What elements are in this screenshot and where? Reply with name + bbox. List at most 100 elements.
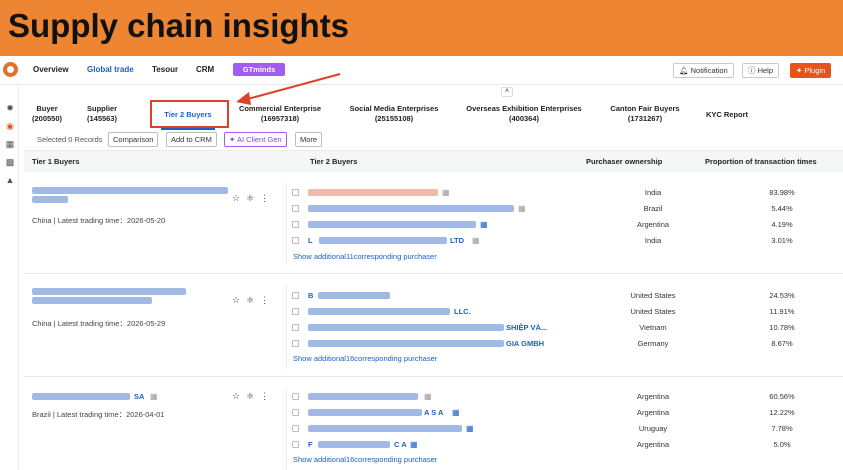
add-to-crm-button[interactable]: Add to CRM bbox=[166, 132, 217, 147]
show-more-link[interactable]: Show additional11corresponding purchaser bbox=[293, 252, 437, 261]
star-icon[interactable]: ☆ bbox=[232, 193, 246, 203]
comparison-button[interactable]: Comparison bbox=[108, 132, 159, 147]
active-tab-underline bbox=[161, 128, 215, 130]
globe-icon[interactable]: ◉ bbox=[5, 121, 15, 131]
help-button[interactable]: ⓘ Help bbox=[742, 63, 780, 78]
nav-crm[interactable]: CRM bbox=[196, 65, 214, 74]
bar-chart-icon[interactable]: ▩ bbox=[5, 157, 15, 167]
buyer-proportion: 3.01% bbox=[771, 236, 793, 245]
tab-buyer[interactable]: Buyer (200550) bbox=[31, 104, 63, 124]
nav-global-trade[interactable]: Global trade bbox=[87, 65, 134, 74]
tier1-buyer-meta: China | Latest trading time：2026-05-20 bbox=[32, 216, 166, 225]
tier2-buyer-name-suffix[interactable]: SHIỆP VÀ... bbox=[506, 323, 547, 332]
tab-commercial-enterprise[interactable]: Commercial Enterprise (16957318) bbox=[234, 104, 326, 124]
buyer-proportion: 11.91% bbox=[769, 307, 795, 316]
tier2-buyer-name-prefix[interactable]: B bbox=[308, 291, 313, 300]
tier2-buyer-name[interactable] bbox=[308, 189, 438, 196]
tier2-buyer-name-prefix[interactable]: F bbox=[308, 440, 313, 449]
buyer-country: India bbox=[644, 236, 662, 245]
plugin-button[interactable]: ✦ Plugin bbox=[790, 63, 832, 78]
tier1-buyer-name[interactable] bbox=[32, 393, 130, 400]
bank-icon[interactable]: ▲ bbox=[5, 175, 15, 185]
tier2-buyer-name-suffix[interactable]: A S A bbox=[424, 408, 443, 417]
tab-buyer-count: (200550) bbox=[31, 114, 63, 123]
drag-handle-icon[interactable]: ⋮ bbox=[260, 295, 275, 305]
row-checkbox[interactable] bbox=[292, 340, 299, 347]
banner-title: Supply chain insights bbox=[8, 7, 350, 44]
tier1-buyer-name[interactable] bbox=[32, 288, 186, 295]
ai-client-gen-button[interactable]: ✦ AI Client Gen bbox=[224, 132, 287, 147]
tier2-buyer-name-suffix[interactable]: LLC. bbox=[454, 307, 471, 316]
tier2-buyer-name[interactable] bbox=[308, 221, 476, 228]
tab-overseas-exhibition[interactable]: Overseas Exhibition Enterprises (400364) bbox=[460, 104, 588, 124]
app-logo-icon[interactable] bbox=[3, 62, 18, 77]
tier2-buyer-name[interactable] bbox=[318, 441, 390, 448]
row-checkbox[interactable] bbox=[292, 393, 299, 400]
buyer-group: SA ▦ Brazil | Latest trading time：2026-0… bbox=[24, 378, 843, 470]
org-chart-icon[interactable]: ⚛ bbox=[246, 193, 260, 203]
tier2-buyer-name[interactable] bbox=[308, 425, 462, 432]
drag-handle-icon[interactable]: ⋮ bbox=[260, 391, 275, 401]
notification-button[interactable]: 🔔︎ Notification bbox=[673, 63, 734, 78]
highlight-box bbox=[150, 100, 229, 128]
tier2-buyer-name[interactable] bbox=[308, 324, 504, 331]
row-checkbox[interactable] bbox=[292, 205, 299, 212]
tab-canton-fair[interactable]: Canton Fair Buyers (1731267) bbox=[604, 104, 686, 124]
row-checkbox[interactable] bbox=[292, 189, 299, 196]
buyer-country: Germany bbox=[637, 339, 669, 348]
tier2-buyer-name[interactable] bbox=[318, 292, 390, 299]
row-checkbox[interactable] bbox=[292, 441, 299, 448]
tier2-buyer-name-prefix[interactable]: L bbox=[308, 236, 313, 245]
tier2-buyer-name-suffix[interactable]: C A bbox=[394, 440, 407, 449]
building-icon: ▦ bbox=[466, 424, 474, 433]
drag-handle-icon[interactable]: ⋮ bbox=[260, 193, 275, 203]
row-checkbox[interactable] bbox=[292, 308, 299, 315]
buyer-proportion: 8.67% bbox=[771, 339, 793, 348]
tier2-buyer-name[interactable] bbox=[308, 393, 418, 400]
nav-tesour[interactable]: Tesour bbox=[152, 65, 178, 74]
tab-buyer-label: Buyer bbox=[36, 104, 58, 113]
show-more-link[interactable]: Show additional16corresponding purchaser bbox=[293, 455, 437, 464]
row-checkbox[interactable] bbox=[292, 292, 299, 299]
tab-kyc-report[interactable]: KYC Report bbox=[700, 110, 754, 120]
tier1-buyer-name-suffix[interactable]: SA bbox=[134, 392, 144, 401]
gtminds-button[interactable]: GTminds bbox=[233, 63, 285, 76]
show-more-link[interactable]: Show additional16corresponding purchaser bbox=[293, 354, 437, 363]
row-checkbox[interactable] bbox=[292, 324, 299, 331]
tier2-buyer-name[interactable] bbox=[308, 308, 450, 315]
tab-canton-count: (1731267) bbox=[627, 114, 663, 123]
tier2-buyer-name[interactable] bbox=[319, 237, 447, 244]
building-icon: ▦ bbox=[518, 204, 526, 213]
row-actions: ☆⚛⋮ bbox=[232, 391, 275, 402]
tier2-buyer-name[interactable] bbox=[308, 409, 422, 416]
row-checkbox[interactable] bbox=[292, 237, 299, 244]
row-checkbox[interactable] bbox=[292, 425, 299, 432]
row-checkbox[interactable] bbox=[292, 409, 299, 416]
actions-bar: Selected 0 Records Comparison Add to CRM… bbox=[24, 131, 843, 151]
org-chart-icon[interactable]: ⚛ bbox=[246, 295, 260, 305]
tier2-buyer-name-suffix[interactable]: LTD bbox=[450, 236, 464, 245]
tab-supplier-count: (145563) bbox=[86, 114, 118, 123]
tier2-buyer-name[interactable] bbox=[308, 205, 514, 212]
star-icon[interactable]: ☆ bbox=[232, 391, 246, 401]
buildings-icon[interactable]: ▦ bbox=[5, 139, 15, 149]
tier2-buyer-row: L LTD ▦ India 3.01% bbox=[292, 235, 843, 249]
row-checkbox[interactable] bbox=[292, 221, 299, 228]
tier2-buyer-name-suffix[interactable]: GIA GMBH bbox=[506, 339, 544, 348]
tier1-buyer-meta: China | Latest trading time：2026-05-29 bbox=[32, 319, 166, 328]
tier2-buyer-name[interactable] bbox=[308, 340, 504, 347]
buyer-proportion: 83.98% bbox=[769, 188, 795, 197]
tab-commercial-count: (16957318) bbox=[260, 114, 300, 123]
star-icon[interactable]: ☆ bbox=[232, 295, 246, 305]
plugin-label: Plugin bbox=[804, 66, 826, 75]
buyer-group: China | Latest trading time：2026-05-20 ☆… bbox=[24, 172, 843, 274]
pin-icon[interactable]: ✹ bbox=[5, 103, 15, 113]
tab-social-media[interactable]: Social Media Enterprises (25155108) bbox=[344, 104, 444, 124]
more-button[interactable]: More bbox=[295, 132, 323, 147]
nav-overview[interactable]: Overview bbox=[33, 65, 69, 74]
org-chart-icon[interactable]: ⚛ bbox=[246, 391, 260, 401]
tier1-buyer-name-line2 bbox=[32, 297, 152, 304]
tab-supplier[interactable]: Supplier (145563) bbox=[84, 104, 120, 124]
collapse-toggle[interactable]: ˄ bbox=[501, 87, 513, 97]
tier1-buyer-name[interactable] bbox=[32, 187, 228, 194]
